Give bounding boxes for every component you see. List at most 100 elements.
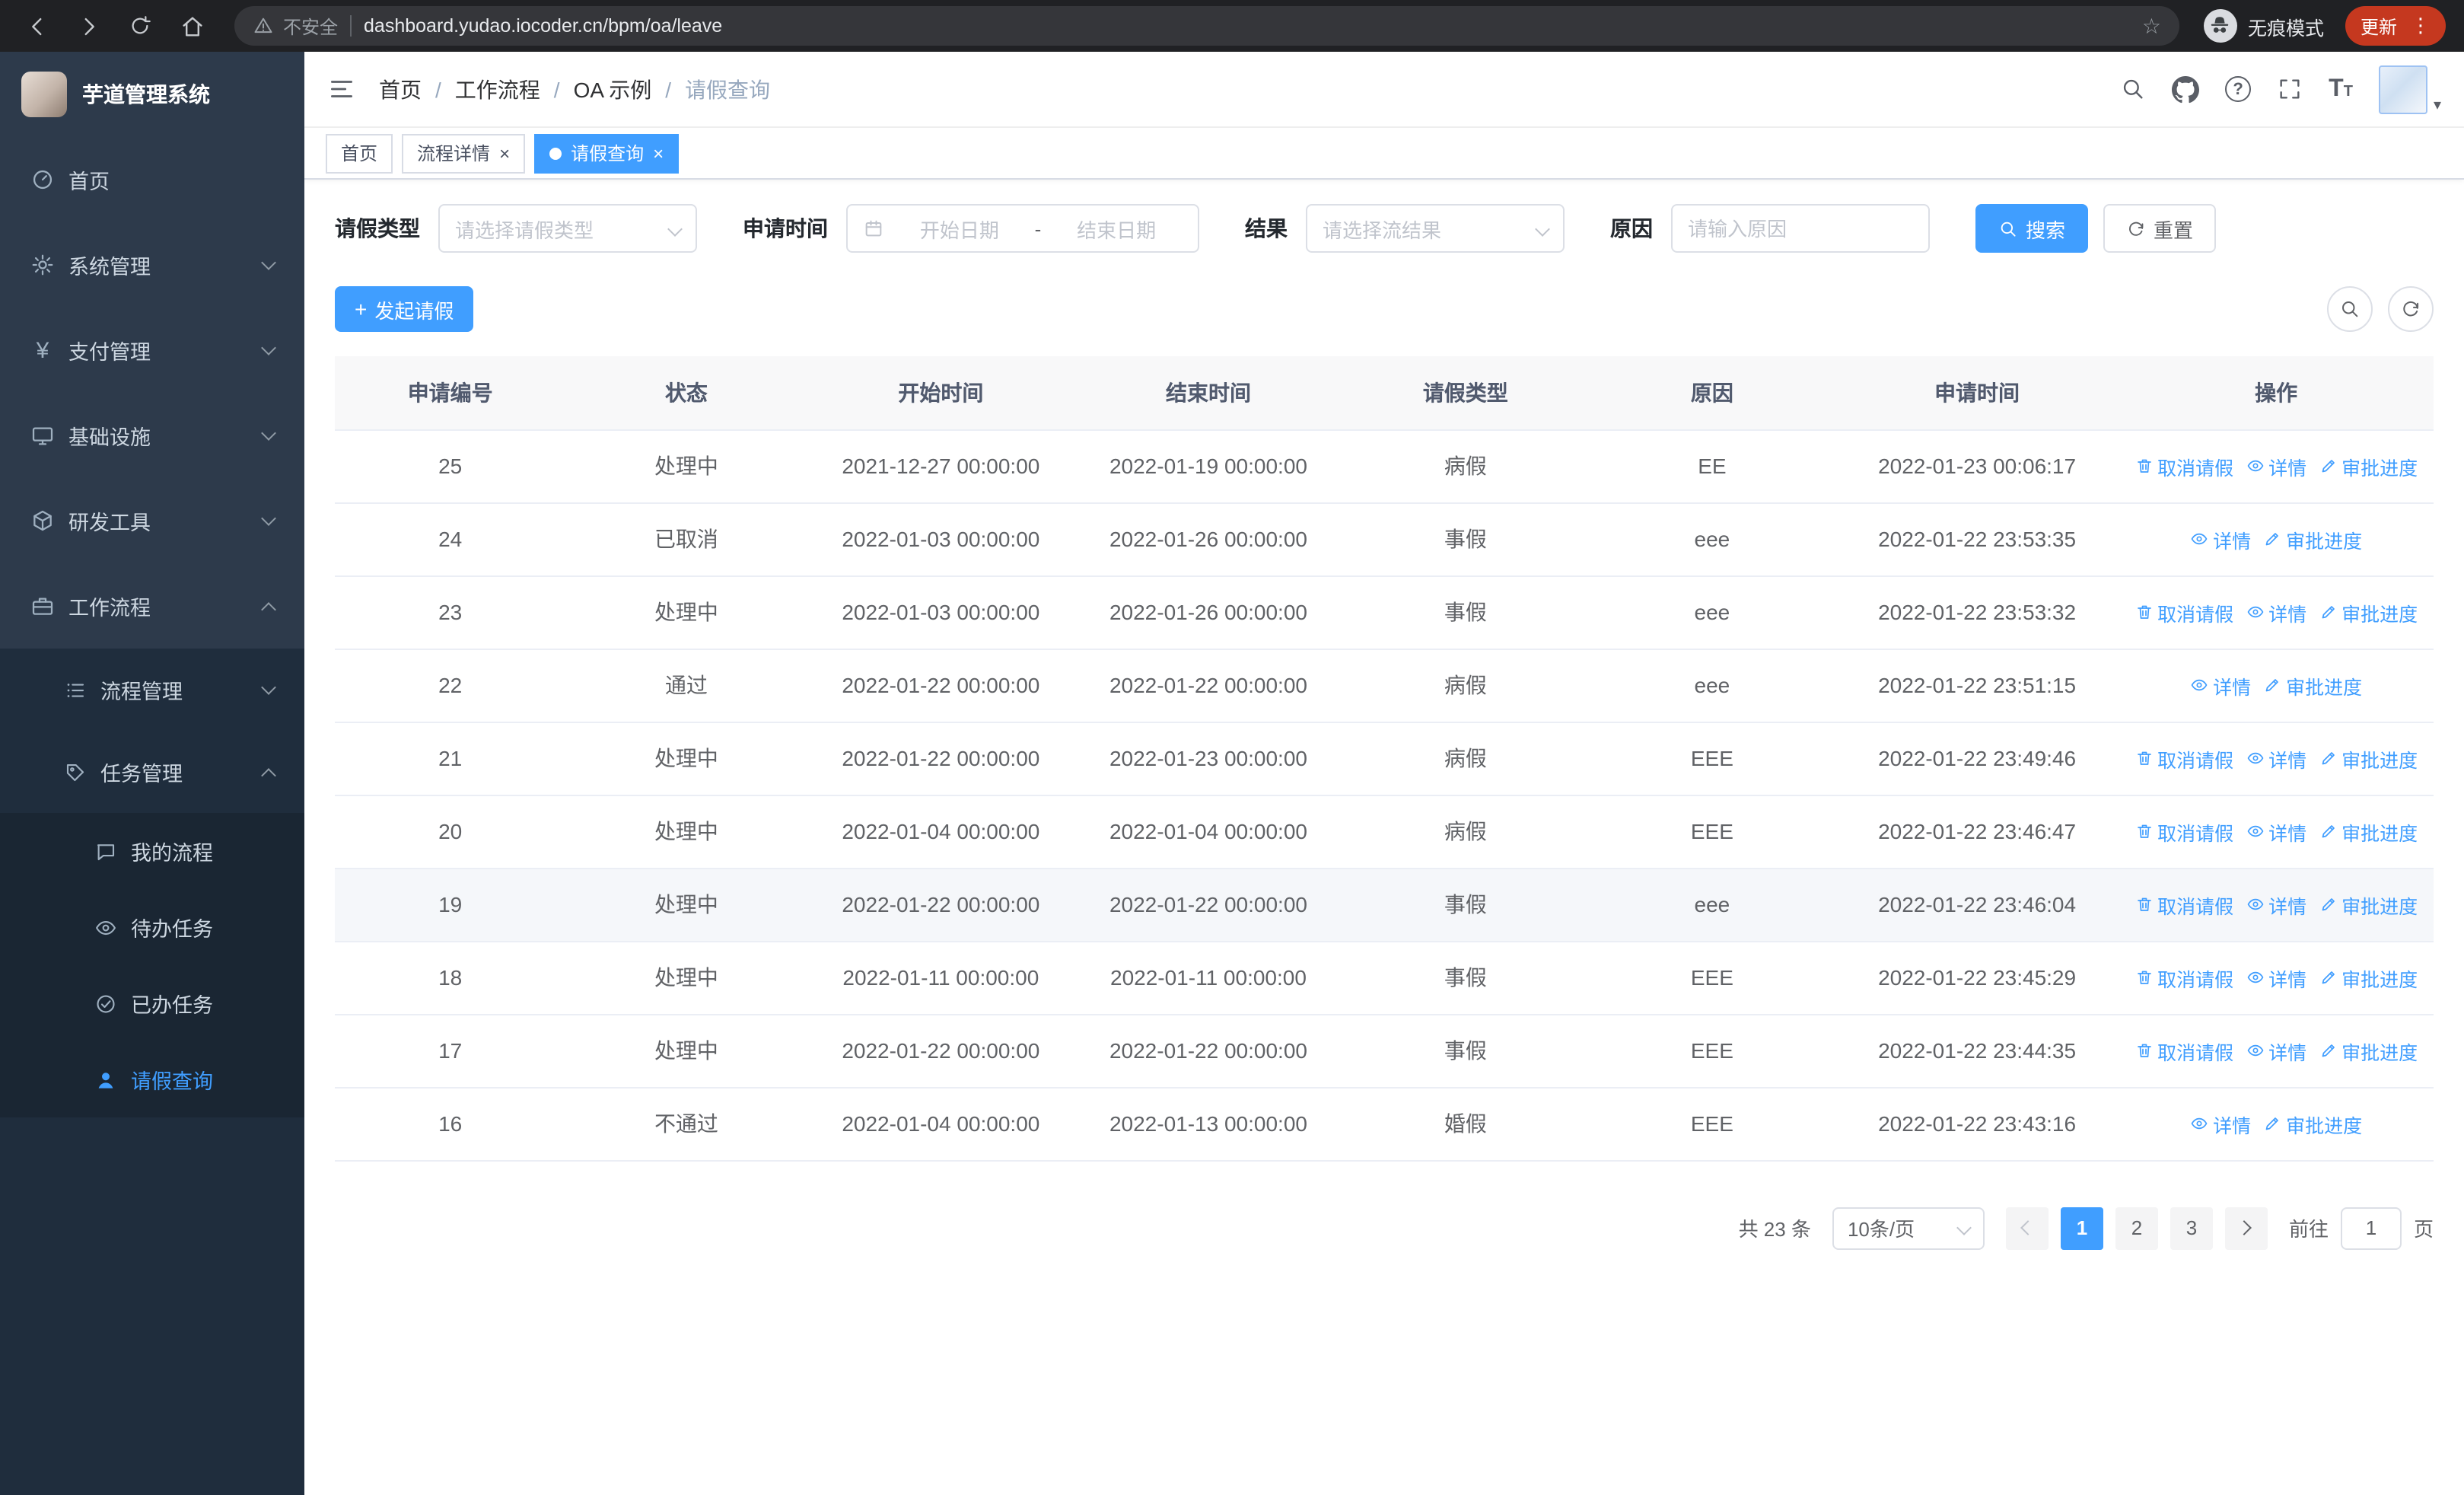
sidebar-item-my-process[interactable]: 我的流程 — [0, 813, 304, 889]
sidebar-item-todo-tasks[interactable]: 待办任务 — [0, 889, 304, 965]
detail-link[interactable]: 详情 — [2190, 1109, 2251, 1138]
browser-back-icon[interactable] — [18, 8, 55, 44]
next-page-button[interactable] — [2224, 1207, 2268, 1249]
url-text[interactable]: dashboard.yudao.iocoder.cn/bpm/oa/leave — [364, 15, 2130, 37]
briefcase-icon — [30, 594, 55, 618]
sidebar-item-payment[interactable]: ¥ 支付管理 — [0, 308, 304, 393]
prev-page-button[interactable] — [2005, 1207, 2049, 1249]
chevron-down-icon — [261, 339, 276, 355]
font-size-icon[interactable]: TT — [2329, 75, 2353, 103]
page-button-1[interactable]: 1 — [2060, 1207, 2103, 1249]
close-icon[interactable]: × — [499, 144, 510, 162]
browser-forward-icon[interactable] — [70, 8, 107, 44]
approval-progress-link[interactable]: 审批进度 — [2319, 817, 2418, 846]
reset-button[interactable]: 重置 — [2103, 204, 2217, 253]
cancel-leave-link[interactable]: 取消请假 — [2135, 963, 2233, 992]
cancel-leave-link[interactable]: 取消请假 — [2135, 598, 2233, 626]
column-header-end: 结束时间 — [1074, 356, 1342, 430]
approval-progress-link[interactable]: 审批进度 — [2263, 524, 2362, 553]
cancel-leave-link[interactable]: 取消请假 — [2135, 744, 2233, 773]
browser-update-button[interactable]: 更新 ⋮ — [2345, 6, 2446, 46]
cancel-leave-link[interactable]: 取消请假 — [2135, 1036, 2233, 1065]
column-header-type: 请假类型 — [1342, 356, 1589, 430]
approval-progress-link[interactable]: 审批进度 — [2319, 890, 2418, 919]
detail-link[interactable]: 详情 — [2246, 890, 2306, 919]
goto-page-input[interactable] — [2340, 1207, 2402, 1249]
approval-progress-link[interactable]: 审批进度 — [2319, 598, 2418, 626]
breadcrumb-oa[interactable]: OA 示例 — [574, 74, 652, 104]
detail-link[interactable]: 详情 — [2246, 598, 2306, 626]
sidebar-item-home[interactable]: 首页 — [0, 137, 304, 222]
approval-progress-link[interactable]: 审批进度 — [2319, 963, 2418, 992]
tab-process-detail[interactable]: 流程详情 × — [402, 133, 526, 173]
sidebar-item-devtools[interactable]: 研发工具 — [0, 478, 304, 563]
edit-icon — [2263, 676, 2281, 694]
sidebar-item-leave-query[interactable]: 请假查询 — [0, 1041, 304, 1117]
search-icon[interactable] — [2120, 76, 2146, 102]
breadcrumb-home[interactable]: 首页 — [379, 74, 422, 104]
refresh-button[interactable] — [2388, 286, 2434, 332]
detail-link[interactable]: 详情 — [2190, 524, 2251, 553]
detail-link[interactable]: 详情 — [2190, 671, 2251, 700]
chevron-down-icon — [667, 221, 683, 236]
chevron-up-icon — [261, 767, 276, 783]
approval-progress-link[interactable]: 审批进度 — [2319, 451, 2418, 480]
address-bar[interactable]: 不安全 dashboard.yudao.iocoder.cn/bpm/oa/le… — [234, 6, 2179, 46]
toggle-search-button[interactable] — [2327, 286, 2373, 332]
approval-progress-link[interactable]: 审批进度 — [2263, 671, 2362, 700]
approval-progress-link[interactable]: 审批进度 — [2319, 744, 2418, 773]
detail-link[interactable]: 详情 — [2246, 451, 2306, 480]
cancel-leave-link[interactable]: 取消请假 — [2135, 817, 2233, 846]
table-row: 24 已取消 2022-01-03 00:00:00 2022-01-26 00:0… — [335, 502, 2434, 576]
page-button-3[interactable]: 3 — [2170, 1207, 2213, 1249]
page-size-select[interactable]: 10条/页 — [1832, 1207, 1985, 1249]
approval-progress-link[interactable]: 审批进度 — [2263, 1109, 2362, 1138]
security-chip[interactable]: 不安全 — [253, 13, 338, 39]
avatar[interactable] — [2378, 65, 2427, 113]
apply-time-range-picker[interactable]: 开始日期 - 结束日期 — [846, 204, 1199, 253]
sidebar-item-task-mgmt[interactable]: 任务管理 — [0, 731, 304, 813]
detail-link[interactable]: 详情 — [2246, 1036, 2306, 1065]
incognito-indicator: 无痕模式 — [2203, 9, 2324, 43]
browser-reload-icon[interactable] — [122, 8, 158, 44]
chevron-down-icon — [1956, 1220, 1972, 1235]
help-icon[interactable]: ? — [2225, 76, 2252, 102]
sidebar: 芋道管理系统 首页 系统管理 ¥ 支付管理 基础设施 研发工具 工作流程 流程管… — [0, 52, 304, 1495]
table-row: 23 处理中 2022-01-03 00:00:00 2022-01-26 00:0… — [335, 575, 2434, 649]
cancel-leave-link[interactable]: 取消请假 — [2135, 890, 2233, 919]
browser-menu-icon[interactable]: ⋮ — [2411, 14, 2431, 38]
detail-link[interactable]: 详情 — [2246, 744, 2306, 773]
user-menu[interactable]: ▾ — [2378, 65, 2441, 113]
edit-icon — [2319, 968, 2337, 987]
calendar-icon — [863, 218, 884, 239]
sidebar-item-process-mgmt[interactable]: 流程管理 — [0, 649, 304, 731]
tab-home[interactable]: 首页 — [326, 133, 393, 173]
browser-home-icon[interactable] — [173, 8, 210, 44]
sidebar-item-system[interactable]: 系统管理 — [0, 222, 304, 308]
github-icon[interactable] — [2172, 75, 2199, 103]
top-header: 首页 / 工作流程 / OA 示例 / 请假查询 ? TT ▾ — [304, 52, 2464, 128]
create-leave-button[interactable]: + 发起请假 — [335, 286, 474, 332]
approval-progress-link[interactable]: 审批进度 — [2319, 1036, 2418, 1065]
breadcrumb-workflow[interactable]: 工作流程 — [455, 74, 540, 104]
table-row: 20 处理中 2022-01-04 00:00:00 2022-01-04 00:0… — [335, 795, 2434, 869]
total-count: 共 23 条 — [1738, 1218, 1811, 1241]
sidebar-item-done-tasks[interactable]: 已办任务 — [0, 965, 304, 1041]
bookmark-star-icon[interactable]: ☆ — [2142, 15, 2161, 37]
column-header-actions: 操作 — [2119, 356, 2434, 430]
sidebar-item-infra[interactable]: 基础设施 — [0, 393, 304, 478]
search-button[interactable]: 搜索 — [1975, 204, 2089, 253]
reason-input[interactable] — [1671, 204, 1930, 253]
sidebar-item-workflow[interactable]: 工作流程 — [0, 563, 304, 649]
fullscreen-icon[interactable] — [2277, 76, 2303, 102]
result-select[interactable]: 请选择流结果 — [1306, 204, 1565, 253]
page-button-2[interactable]: 2 — [2115, 1207, 2158, 1249]
cancel-leave-link[interactable]: 取消请假 — [2135, 451, 2233, 480]
tab-leave-query[interactable]: 请假查询 × — [534, 133, 680, 173]
close-icon[interactable]: × — [653, 144, 664, 162]
detail-link[interactable]: 详情 — [2246, 817, 2306, 846]
edit-icon — [2263, 530, 2281, 548]
hamburger-icon[interactable] — [327, 75, 356, 104]
leave-type-select[interactable]: 请选择请假类型 — [438, 204, 697, 253]
detail-link[interactable]: 详情 — [2246, 963, 2306, 992]
